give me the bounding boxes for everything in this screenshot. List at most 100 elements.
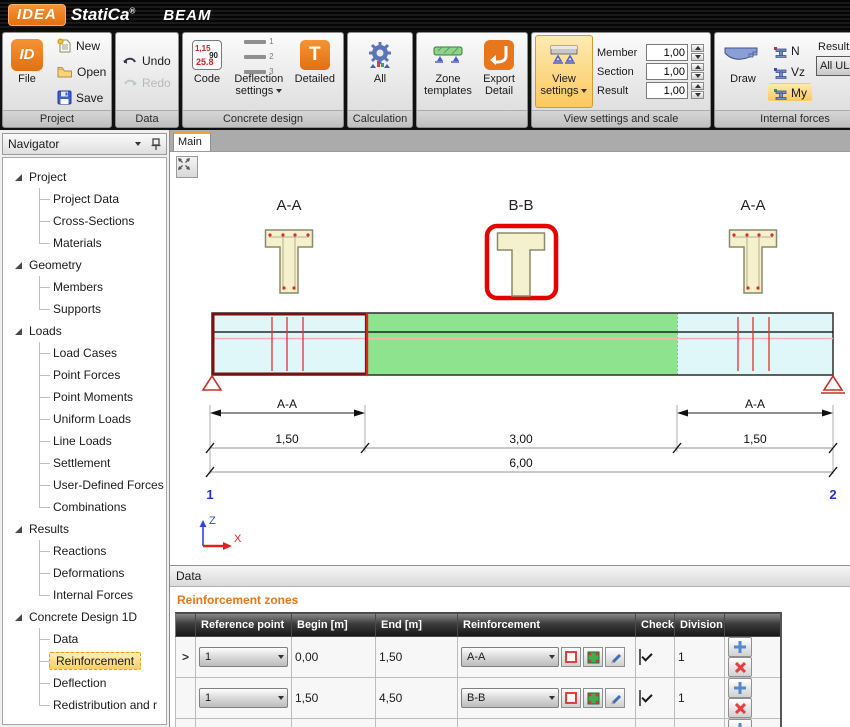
edit-reinforcement-button[interactable] xyxy=(605,688,625,708)
col-reference-point: Reference point xyxy=(196,613,292,637)
nav-group-geometry[interactable]: Geometry xyxy=(3,254,166,276)
reinforcement-zone-1[interactable] xyxy=(212,313,367,375)
redo-button[interactable]: Redo xyxy=(119,75,174,91)
section-scale-input[interactable] xyxy=(646,63,688,80)
nav-item-line-loads[interactable]: Line Loads xyxy=(3,430,166,452)
calculate-all-button[interactable]: All xyxy=(359,35,401,108)
section-scale-stepper[interactable] xyxy=(691,63,704,80)
data-panel-header[interactable]: Data xyxy=(170,565,850,587)
member-scale-input[interactable] xyxy=(646,44,688,61)
nav-group-project[interactable]: Project xyxy=(3,166,166,188)
tab-main[interactable]: Main xyxy=(173,132,211,151)
export-detail-button[interactable]: Export Detail xyxy=(476,35,522,108)
draw-button[interactable]: Draw xyxy=(718,35,768,108)
idea-file-icon: ID xyxy=(11,39,43,71)
nav-item-reactions[interactable]: Reactions xyxy=(3,540,166,562)
division-cell[interactable]: 1 xyxy=(675,719,725,727)
detailed-button[interactable]: T Detailed xyxy=(290,35,340,108)
check-checkbox[interactable] xyxy=(639,649,641,665)
cross-section-aa-left[interactable] xyxy=(266,230,313,293)
expander-icon xyxy=(15,614,22,621)
chevron-down-icon[interactable] xyxy=(135,142,141,146)
nav-item-project-data[interactable]: Project Data xyxy=(3,188,166,210)
zone-outline-button[interactable] xyxy=(561,688,581,708)
zone-span-label-right: A-A xyxy=(745,397,765,411)
nav-item-deflection[interactable]: Deflection xyxy=(3,672,166,694)
begin-cell[interactable]: 0,00 xyxy=(292,637,376,678)
division-cell[interactable]: 1 xyxy=(675,637,725,678)
force-vz-button[interactable]: Vz xyxy=(768,62,812,81)
edit-reinforcement-button[interactable] xyxy=(605,647,625,667)
export-detail-icon xyxy=(484,40,514,70)
reinforcement-dropdown[interactable]: B-B xyxy=(461,688,559,708)
cross-section-bb[interactable] xyxy=(487,226,556,298)
nav-item-redistribution[interactable]: Redistribution and r xyxy=(3,694,166,716)
nav-item-point-forces[interactable]: Point Forces xyxy=(3,364,166,386)
nav-item-load-cases[interactable]: Load Cases xyxy=(3,342,166,364)
zoom-fit-button[interactable] xyxy=(176,156,198,178)
reinforcement-zones-title: Reinforcement zones xyxy=(177,593,850,607)
file-button[interactable]: ID File xyxy=(6,35,48,108)
nav-item-members[interactable]: Members xyxy=(3,276,166,298)
end-cell[interactable]: 0,00 xyxy=(376,719,458,727)
result-scale-input[interactable] xyxy=(646,82,688,99)
add-zone-button[interactable] xyxy=(728,719,752,727)
nav-group-results[interactable]: Results xyxy=(3,518,166,540)
end-cell[interactable]: 1,50 xyxy=(376,637,458,678)
reinforcement-zone-2[interactable] xyxy=(367,313,678,375)
reinforcement-dropdown[interactable]: A-A xyxy=(461,647,559,667)
begin-cell[interactable]: 1,50 xyxy=(292,678,376,719)
reinforcement-zones-table: Reference point Begin [m] End [m] Reinfo… xyxy=(175,612,782,727)
delete-zone-button[interactable] xyxy=(728,698,752,718)
nav-item-reinforcement[interactable]: Reinforcement xyxy=(3,650,166,672)
end-cell[interactable]: 4,50 xyxy=(376,678,458,719)
force-n-button[interactable]: N xyxy=(768,41,812,60)
section-view-button[interactable] xyxy=(583,688,603,708)
view-settings-button[interactable]: View settings xyxy=(535,35,593,108)
nav-item-data[interactable]: Data xyxy=(3,628,166,650)
zone-outline-button[interactable] xyxy=(561,647,581,667)
beam-canvas[interactable]: A-A B-B A-A xyxy=(170,152,850,565)
delete-zone-button[interactable] xyxy=(728,657,752,677)
begin-cell[interactable]: -1,50 xyxy=(292,719,376,727)
code-button[interactable]: 1,15 90 25.8 Code xyxy=(186,35,228,108)
member-scale-stepper[interactable] xyxy=(691,44,704,61)
result-class-dropdown[interactable]: All ULS Fun xyxy=(816,56,850,76)
cross-section-aa-right[interactable] xyxy=(730,230,777,293)
nav-item-supports[interactable]: Supports xyxy=(3,298,166,320)
nav-item-user-defined-forces[interactable]: User-Defined Forces xyxy=(3,474,166,496)
nav-item-uniform-loads[interactable]: Uniform Loads xyxy=(3,408,166,430)
nav-group-loads[interactable]: Loads xyxy=(3,320,166,342)
zone-templates-icon xyxy=(432,41,464,69)
zone-templates-button[interactable]: Zone templates xyxy=(420,35,476,108)
nav-item-settlement[interactable]: Settlement xyxy=(3,452,166,474)
check-checkbox[interactable] xyxy=(639,690,641,706)
chevron-down-icon xyxy=(549,655,555,659)
nav-item-deformations[interactable]: Deformations xyxy=(3,562,166,584)
new-button[interactable]: New xyxy=(54,37,109,55)
row-selector[interactable] xyxy=(176,719,196,727)
open-button[interactable]: Open xyxy=(54,64,109,80)
result-scale-stepper[interactable] xyxy=(691,82,704,99)
nav-item-point-moments[interactable]: Point Moments xyxy=(3,386,166,408)
section-view-button[interactable] xyxy=(583,647,603,667)
nav-item-internal-forces[interactable]: Internal Forces xyxy=(3,584,166,606)
nav-item-materials[interactable]: Materials xyxy=(3,232,166,254)
title-bar: IDEA StatiCa® BEAM xyxy=(0,0,850,30)
save-button[interactable]: Save xyxy=(54,89,109,106)
reinforcement-zone-3[interactable] xyxy=(678,313,834,375)
division-cell[interactable]: 1 xyxy=(675,678,725,719)
row-selector[interactable]: > xyxy=(176,637,196,678)
force-my-button[interactable]: My xyxy=(768,83,812,102)
reference-point-dropdown[interactable]: 1 xyxy=(199,688,288,708)
reference-point-dropdown[interactable]: 1 xyxy=(199,647,288,667)
nav-group-concrete-design[interactable]: Concrete Design 1D xyxy=(3,606,166,628)
add-zone-button[interactable] xyxy=(728,678,752,698)
deflection-settings-button[interactable]: 1 2 3 Deflection settings xyxy=(228,35,290,108)
pin-icon[interactable] xyxy=(151,138,161,150)
row-selector[interactable] xyxy=(176,678,196,719)
add-zone-button[interactable] xyxy=(728,637,752,657)
undo-button[interactable]: Undo xyxy=(119,53,174,69)
nav-item-combinations[interactable]: Combinations xyxy=(3,496,166,518)
nav-item-cross-sections[interactable]: Cross-Sections xyxy=(3,210,166,232)
